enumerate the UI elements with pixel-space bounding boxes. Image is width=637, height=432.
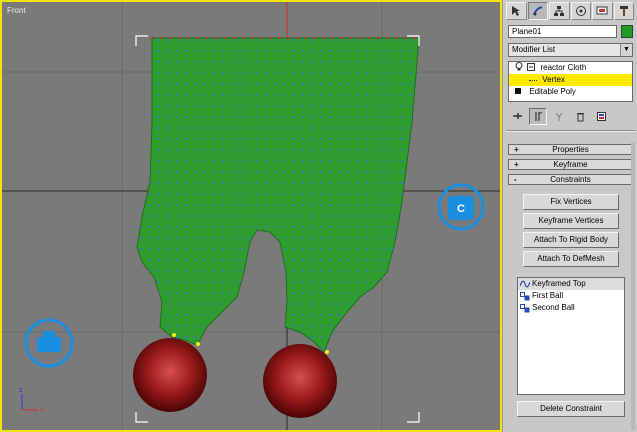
link-icon <box>520 291 530 300</box>
rollout-properties[interactable]: + Properties <box>508 144 633 155</box>
stack-item-label: Editable Poly <box>529 87 576 96</box>
stack-item-reactor-cloth[interactable]: reactor Cloth <box>509 62 632 74</box>
display-tab[interactable] <box>592 2 613 20</box>
constraint-label: First Ball <box>532 291 564 300</box>
constraint-label: Keyframed Top <box>532 279 586 288</box>
configure-sets-button[interactable] <box>592 108 610 125</box>
trash-icon <box>576 112 584 121</box>
object-name-field[interactable]: Plane01 <box>508 25 617 38</box>
attached-vertex <box>196 342 200 346</box>
modifier-list-dropdown[interactable]: Modifier List ▼ <box>508 43 633 57</box>
constraint-solver-helper[interactable]: C <box>437 183 485 231</box>
viewport-scene[interactable]: C z x <box>2 2 500 430</box>
viewport-label[interactable]: Front <box>7 6 26 15</box>
pin-icon <box>512 112 522 119</box>
modifier-list-label: Modifier List <box>512 45 556 54</box>
end-result-icon <box>534 111 542 121</box>
stack-item-vertex[interactable]: Vertex <box>509 74 632 86</box>
constraint-item-first-ball[interactable]: First Ball <box>518 290 624 302</box>
axis-tripod-icon: z x <box>19 387 44 414</box>
hammer-icon <box>619 6 628 16</box>
wave-icon <box>520 280 530 287</box>
rollout-sign: + <box>514 160 519 169</box>
rollout-label: Constraints <box>550 175 591 184</box>
stack-item-label: Vertex <box>542 75 565 84</box>
rollout-sign: + <box>514 145 519 154</box>
modify-tab[interactable] <box>527 2 548 20</box>
axis-x-label: x <box>40 407 44 414</box>
constraint-label: Second Ball <box>532 303 575 312</box>
make-unique-icon <box>555 112 562 121</box>
keyframe-vertices-button[interactable]: Keyframe Vertices <box>523 213 619 229</box>
rollout-label: Properties <box>552 145 589 154</box>
fix-vertices-button[interactable]: Fix Vertices <box>523 194 619 210</box>
modify-icon <box>532 6 543 16</box>
hierarchy-icon <box>554 6 565 16</box>
stack-item-label: reactor Cloth <box>540 63 587 72</box>
show-end-result-button[interactable] <box>529 107 547 125</box>
rollout-sign: - <box>514 175 517 184</box>
modifier-stack[interactable]: reactor Cloth Vertex Editable Poly <box>508 61 633 102</box>
make-unique-button[interactable] <box>550 108 568 125</box>
configure-icon <box>596 111 606 121</box>
object-color-swatch[interactable] <box>621 25 633 38</box>
command-panel-tabs <box>506 2 634 21</box>
helper-right-label: C <box>457 203 465 215</box>
attach-to-rigid-body-button[interactable]: Attach To Rigid Body <box>523 232 619 248</box>
attached-vertex <box>172 333 176 337</box>
constraint-item-second-ball[interactable]: Second Ball <box>518 302 624 314</box>
constraint-item-keyframed-top[interactable]: Keyframed Top <box>518 278 624 290</box>
link-icon <box>520 303 530 312</box>
rollout-label: Keyframe <box>553 160 588 169</box>
display-icon <box>596 6 608 15</box>
front-viewport[interactable]: C z x Front <box>0 0 502 432</box>
motion-icon <box>575 6 586 16</box>
collapse-minus-icon[interactable] <box>527 63 536 71</box>
create-tab[interactable] <box>506 2 527 20</box>
stack-item-editable-poly[interactable]: Editable Poly <box>509 86 632 98</box>
black-square-icon <box>515 88 521 94</box>
rollout-constraints[interactable]: - Constraints <box>508 174 633 185</box>
cloth-plane[interactable] <box>136 37 420 353</box>
stack-toolbar <box>508 107 633 125</box>
hierarchy-tab[interactable] <box>549 2 570 20</box>
utilities-tab[interactable] <box>613 2 634 20</box>
bulb-icon[interactable] <box>515 62 523 71</box>
command-panel: Plane01 Modifier List ▼ reactor Cloth Ve… <box>502 0 637 432</box>
chevron-down-icon[interactable]: ▼ <box>620 44 632 56</box>
delete-constraint-button[interactable]: Delete Constraint <box>517 401 625 417</box>
pin-stack-button[interactable] <box>508 108 526 125</box>
panel-scrollbar[interactable] <box>631 142 635 430</box>
axis-z-label: z <box>19 387 23 394</box>
constraint-list[interactable]: Keyframed Top First Ball Second Ball <box>517 277 625 395</box>
first-ball[interactable] <box>133 338 207 412</box>
second-ball[interactable] <box>263 344 337 418</box>
panel-divider <box>506 130 635 132</box>
cloth-collection-helper[interactable] <box>24 318 74 368</box>
attach-to-defmesh-button[interactable]: Attach To DefMesh <box>523 251 619 267</box>
attached-vertex <box>325 350 329 354</box>
remove-modifier-button[interactable] <box>571 108 589 125</box>
tree-connector <box>529 74 537 81</box>
motion-tab[interactable] <box>570 2 591 20</box>
rollout-keyframe[interactable]: + Keyframe <box>508 159 633 170</box>
cursor-icon <box>512 6 521 16</box>
